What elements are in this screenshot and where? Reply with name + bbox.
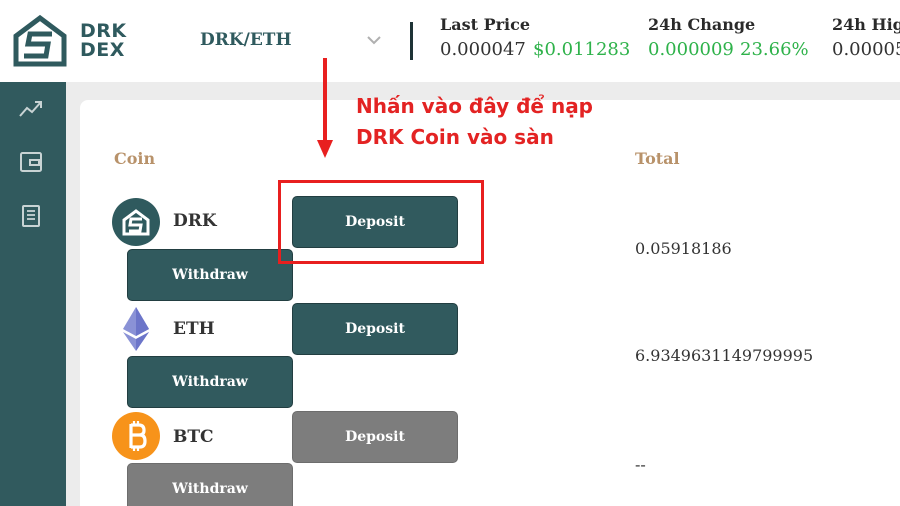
deposit-button-eth[interactable]: Deposit [292,303,458,355]
coin-name-btc: BTC [173,427,214,447]
document-icon[interactable] [18,204,44,228]
annotation-highlight-box [278,180,484,264]
drk-logo-icon [112,198,160,246]
chevron-down-icon[interactable] [366,34,382,46]
withdraw-button-drk[interactable]: Withdraw [127,249,293,301]
annotation-line-2: DRK Coin vào sàn [356,125,554,149]
annotation-text: Nhấn vào đây để nạp DRK Coin vào sàn [356,91,593,153]
pair-selector-label[interactable]: DRK/ETH [200,30,292,50]
last-price-usd: $0.011283 [533,39,631,60]
brand-line-2: DEX [80,39,125,61]
total-drk: 0.05918186 [635,239,732,258]
withdraw-button-btc[interactable]: Withdraw [127,463,293,506]
drk-dex-logo-icon[interactable] [12,14,68,68]
coin-name-eth: ETH [173,319,215,339]
annotation-line-1: Nhấn vào đây để nạp [356,94,594,118]
deposit-button-btc[interactable]: Deposit [292,411,458,463]
bitcoin-icon [112,412,160,460]
ethereum-icon [123,307,149,351]
brand-name: DRK DEX [80,22,127,60]
total-btc: -- [635,455,646,474]
coin-name-drk: DRK [173,211,217,231]
high-24h-value: 0.00005 [832,39,900,60]
wallet-icon[interactable] [18,150,44,174]
header-divider [410,22,413,60]
change-24h-percent: 23.66% [740,39,809,60]
sidebar [0,82,66,506]
last-price-label: Last Price [440,15,531,34]
total-eth: 6.9349631149799995 [635,346,814,365]
withdraw-button-eth[interactable]: Withdraw [127,356,293,408]
change-24h-value: 0.000009 [648,39,734,60]
column-header-total: Total [635,149,680,168]
annotation-arrow-icon [317,58,333,158]
high-24h-label: 24h High [832,15,900,34]
top-header: DRK DEX DRK/ETH Last Price 0.000047 $0.0… [0,0,900,82]
column-header-coin: Coin [114,149,156,168]
change-24h-label: 24h Change [648,15,756,34]
last-price-value: 0.000047 [440,39,526,60]
trending-up-icon[interactable] [18,96,44,120]
